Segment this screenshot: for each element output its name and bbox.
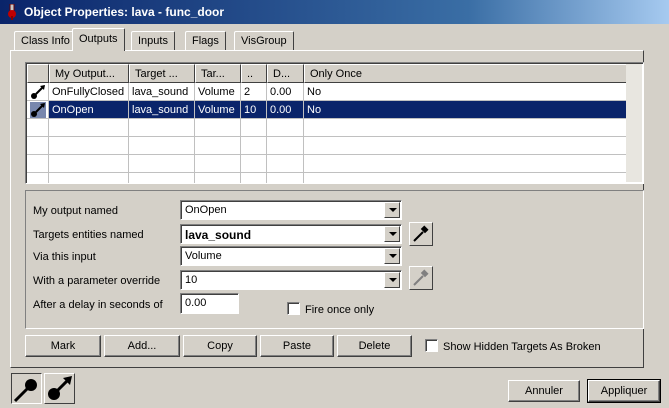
delete-button[interactable]: Delete: [337, 335, 412, 357]
eyedropper-icon: [413, 225, 429, 242]
cell-target: lava_sound: [129, 83, 195, 101]
add-button[interactable]: Add...: [104, 335, 180, 357]
tab-class-info[interactable]: Class Info: [14, 31, 77, 50]
cell-only-once: No: [304, 83, 627, 101]
parameter-label: With a parameter override: [33, 275, 161, 287]
cell-input: Volume: [195, 83, 241, 101]
table-row-selected[interactable]: OnOpen lava_sound Volume 10 0.00 No: [27, 101, 627, 119]
cell-delay: 0.00: [267, 83, 304, 101]
column-header-my-output[interactable]: My Output...: [49, 64, 129, 83]
dropdown-arrow-icon[interactable]: [384, 272, 400, 288]
target-combobox[interactable]: lava_sound: [180, 224, 402, 244]
fire-once-label: Fire once only: [305, 304, 375, 316]
cell-target: lava_sound: [129, 101, 195, 119]
grid-line: [240, 83, 241, 183]
cell-delay: 0.00: [267, 101, 304, 119]
title-bar[interactable]: Object Properties: lava - func_door: [0, 0, 669, 24]
show-hidden-label: Show Hidden Targets As Broken: [443, 341, 601, 353]
inputs-view-toggle[interactable]: [44, 373, 75, 404]
tab-flags[interactable]: Flags: [185, 31, 226, 50]
delay-label: After a delay in seconds of: [33, 299, 163, 311]
column-header-icon[interactable]: [27, 64, 49, 83]
eyedropper-icon: [413, 269, 429, 286]
outputs-list[interactable]: My Output... Target ... Tar... .. D... O…: [25, 62, 644, 184]
column-header-target[interactable]: Target ...: [129, 64, 195, 83]
column-header-delay[interactable]: D...: [267, 64, 304, 83]
output-label: My output named: [33, 205, 118, 217]
dropdown-arrow-icon[interactable]: [384, 202, 400, 218]
cell-output: OnOpen: [49, 101, 129, 119]
pick-parameter-button: [409, 266, 433, 290]
mark-button[interactable]: Mark: [25, 335, 101, 357]
cell-output: OnFullyClosed: [49, 83, 129, 101]
target-value: lava_sound: [185, 228, 252, 242]
output-combobox[interactable]: OnOpen: [180, 200, 402, 220]
target-label: Targets entities named: [33, 229, 144, 241]
apply-button[interactable]: Appliquer: [587, 379, 661, 403]
grid-line: [266, 83, 267, 183]
output-connection-icon: [30, 102, 46, 118]
outputs-view-icon: [13, 379, 37, 403]
input-value: Volume: [185, 250, 222, 262]
dropdown-arrow-icon[interactable]: [384, 226, 400, 242]
window-title: Object Properties: lava - func_door: [24, 5, 225, 19]
empty-row: [27, 119, 627, 137]
cell-parameter: 2: [241, 83, 267, 101]
input-combobox[interactable]: Volume: [180, 246, 402, 266]
column-header-only-once[interactable]: Only Once: [304, 64, 627, 83]
delay-input[interactable]: 0.00: [180, 293, 239, 314]
input-label: Via this input: [33, 251, 96, 263]
output-value: OnOpen: [185, 204, 227, 216]
inputs-view-icon: [48, 376, 72, 400]
dropdown-arrow-icon[interactable]: [384, 248, 400, 264]
vertical-scrollbar[interactable]: [626, 64, 642, 182]
tab-visgroup[interactable]: VisGroup: [234, 31, 294, 50]
cell-input: Volume: [195, 101, 241, 119]
parameter-value: 10: [185, 274, 198, 286]
show-hidden-checkbox[interactable]: [425, 339, 438, 352]
cell-parameter: 10: [241, 101, 267, 119]
hammer-app-icon: [8, 4, 16, 20]
row-icon-cell: [27, 101, 49, 119]
grid-line: [194, 83, 195, 183]
pick-target-button[interactable]: [409, 222, 433, 246]
paste-button[interactable]: Paste: [260, 335, 334, 357]
cancel-button[interactable]: Annuler: [508, 380, 580, 402]
grid-line: [128, 83, 129, 183]
tab-inputs[interactable]: Inputs: [131, 31, 175, 50]
outputs-view-toggle[interactable]: [11, 373, 42, 404]
fire-once-checkbox[interactable]: [287, 302, 300, 315]
column-header-parameter[interactable]: ..: [241, 64, 267, 83]
cell-only-once: No: [304, 101, 627, 119]
tab-outputs[interactable]: Outputs: [72, 28, 125, 51]
grid-line: [303, 83, 304, 183]
column-header-target-input[interactable]: Tar...: [195, 64, 241, 83]
outputs-list-header: My Output... Target ... Tar... .. D... O…: [27, 64, 627, 83]
empty-row: [27, 155, 627, 173]
row-icon-cell: [27, 83, 49, 101]
parameter-combobox[interactable]: 10: [180, 270, 402, 290]
empty-row: [27, 137, 627, 155]
table-row[interactable]: OnFullyClosed lava_sound Volume 2 0.00 N…: [27, 83, 627, 101]
copy-button[interactable]: Copy: [183, 335, 257, 357]
output-connection-icon: [31, 85, 45, 99]
grid-line: [48, 83, 49, 183]
